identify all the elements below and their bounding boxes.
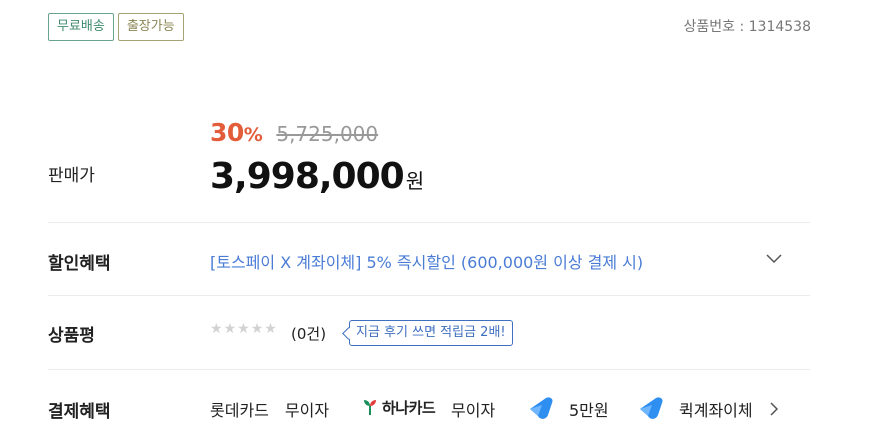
quick-transfer-benefit[interactable]: 퀵계좌이체 (679, 397, 753, 421)
price-section: 판매가 30% 5,725,000 3,998,000 원 (48, 118, 810, 222)
chevron-right-icon[interactable] (768, 401, 780, 417)
review-count[interactable]: (0건) (291, 323, 326, 344)
badge-group: 무료배송 출장가능 (48, 13, 184, 41)
payment-benefit-label: 결제혜택 (48, 402, 111, 422)
price-label: 판매가 (48, 166, 95, 186)
star-icon: ★ (223, 321, 238, 337)
lotte-card-installment: 무이자 (284, 401, 330, 420)
star-icon: ★ (210, 321, 224, 337)
visit-available-badge: 출장가능 (117, 13, 184, 41)
review-reward-tooltip: 지금 후기 쓰면 적립금 2배! (349, 320, 513, 346)
star-icon: ★ (250, 321, 265, 337)
sale-price: 3,998,000 (210, 156, 405, 197)
discount-rate-unit: % (243, 124, 263, 146)
discount-benefit-label: 할인혜택 (48, 254, 111, 274)
toss-logo-icon (640, 397, 663, 419)
toss-cashback-benefit: 5만원 (569, 401, 609, 420)
product-number: 상품번호 : 1314538 (683, 19, 812, 35)
star-icon: ★ (237, 321, 251, 337)
hana-card-name: 하나카드 (382, 399, 436, 417)
lotte-card-benefit: 롯데카드 무이자 (210, 397, 329, 421)
lotte-card-name: 롯데카드 (210, 401, 269, 420)
hana-card-installment: 무이자 (451, 401, 496, 420)
free-shipping-badge: 무료배송 (48, 13, 114, 41)
toss-logo-icon (530, 397, 553, 419)
chevron-down-icon[interactable] (764, 248, 784, 268)
sale-price-line: 3,998,000 원 (210, 156, 424, 197)
discount-benefit-row[interactable]: 할인혜택 [토스페이 X 계좌이체] 5% 즉시할인 (600,000원 이상 … (48, 222, 810, 295)
discount-benefit-text[interactable]: [토스페이 X 계좌이체] 5% 즉시할인 (600,000원 이상 결제 시) (210, 249, 643, 273)
hana-card-logo-icon (364, 400, 376, 415)
rating-stars: ★★★★★ (210, 321, 278, 337)
review-label: 상품평 (48, 326, 95, 346)
discount-line: 30% 5,725,000 (210, 118, 378, 147)
currency-unit: 원 (405, 169, 425, 193)
discount-rate: 30% (210, 118, 263, 147)
original-price: 5,725,000 (276, 122, 379, 146)
review-row: 상품평 ★★★★★ (0건) 지금 후기 쓰면 적립금 2배! (48, 295, 810, 369)
star-icon: ★ (264, 321, 278, 337)
payment-benefit-row: 결제혜택 롯데카드 무이자 하나카드 무이자 5만원 퀵계좌이체 (48, 369, 810, 443)
discount-rate-value: 30 (210, 118, 244, 147)
